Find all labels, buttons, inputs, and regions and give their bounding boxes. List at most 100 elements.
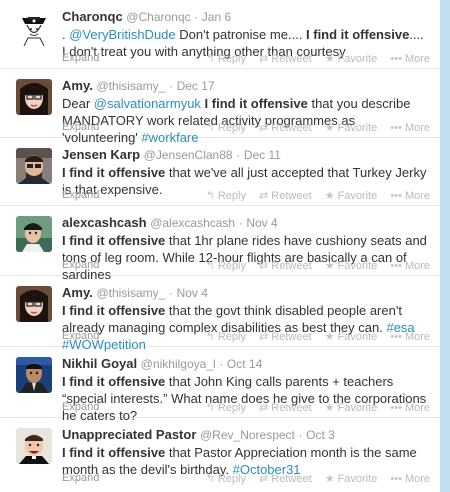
expand-link[interactable]: Expand [62, 330, 99, 342]
retweet-button[interactable]: ⇄ Retweet [259, 472, 312, 485]
more-button[interactable]: ••• More [390, 122, 430, 134]
avatar[interactable] [16, 79, 52, 115]
tweet-item[interactable]: Charonqc @Charonqc · Jan 6 . @VeryBritis… [0, 0, 440, 69]
tweet-separator: · [236, 148, 241, 162]
more-icon: ••• [390, 331, 402, 343]
tweet-separator: · [168, 79, 173, 93]
tweet-item[interactable]: Nikhil Goyal @nikhilgoya_l · Oct 14 I fi… [0, 347, 440, 423]
expand-link[interactable]: Expand [62, 259, 99, 271]
avatar[interactable] [16, 216, 52, 252]
tweet-item[interactable]: Jensen Karp @JensenClan88 · Dec 11 I fin… [0, 138, 440, 206]
tweet-timestamp[interactable]: Nov 4 [177, 286, 208, 300]
favorite-label: Favorite [337, 122, 378, 134]
tweet-author-name[interactable]: Nikhil Goyal [62, 356, 137, 371]
tweet-timestamp[interactable]: Oct 3 [306, 428, 335, 442]
avatar[interactable] [16, 428, 52, 464]
tweet-author-handle[interactable]: @Rev_Norespect [200, 428, 295, 442]
expand-link[interactable]: Expand [62, 121, 99, 133]
avatar[interactable] [16, 10, 52, 46]
reply-button[interactable]: ↰ Reply [206, 259, 246, 272]
avatar[interactable] [16, 148, 52, 184]
retweet-icon: ⇄ [259, 122, 269, 134]
retweet-button[interactable]: ⇄ Retweet [259, 330, 312, 343]
tweet-timestamp[interactable]: Dec 11 [244, 148, 281, 162]
favorite-button[interactable]: ★ Favorite [325, 121, 378, 134]
tweet-separator: · [194, 10, 199, 24]
favorite-button[interactable]: ★ Favorite [325, 52, 378, 65]
tweet-timestamp[interactable]: Jan 6 [202, 10, 231, 24]
star-icon: ★ [324, 331, 335, 343]
reply-button[interactable]: ↰ Reply [206, 52, 246, 65]
more-button[interactable]: ••• More [390, 473, 430, 485]
highlight-text: I find it offensive [62, 445, 166, 460]
tweet-author-name[interactable]: alexcashcash [62, 215, 147, 230]
tweet-author-name[interactable]: Unappreciated Pastor [62, 427, 196, 442]
tweet-timestamp[interactable]: Dec 17 [177, 79, 215, 93]
favorite-button[interactable]: ★ Favorite [325, 189, 378, 202]
mention-link[interactable]: @VeryBritishDude [69, 27, 175, 42]
tweet-item[interactable]: Amy. @thisisamy_ · Nov 4 I find it offen… [0, 276, 440, 352]
tweet-timestamp[interactable]: Oct 14 [227, 357, 262, 371]
tweet-author-name[interactable]: Amy. [62, 285, 93, 300]
retweet-button[interactable]: ⇄ Retweet [259, 52, 312, 65]
expand-link[interactable]: Expand [62, 401, 99, 413]
more-icon: ••• [390, 402, 402, 414]
tweet-author-handle[interactable]: @thisisamy_ [96, 79, 165, 93]
highlight-text: I find it offensive [62, 303, 166, 318]
tweet-item[interactable]: alexcashcash @alexcashcash · Nov 4 I fin… [0, 206, 440, 282]
reply-button[interactable]: ↰ Reply [206, 121, 246, 134]
retweet-icon: ⇄ [259, 53, 269, 65]
highlight-text: I find it offensive [62, 374, 166, 389]
more-icon: ••• [390, 473, 402, 485]
retweet-button[interactable]: ⇄ Retweet [259, 259, 312, 272]
favorite-button[interactable]: ★ Favorite [325, 472, 378, 485]
favorite-button[interactable]: ★ Favorite [325, 401, 378, 414]
reply-button[interactable]: ↰ Reply [206, 189, 246, 202]
retweet-icon: ⇄ [259, 260, 269, 272]
more-label: More [404, 53, 430, 65]
tweet-author-name[interactable]: Jensen Karp [62, 147, 140, 162]
tweet-item[interactable]: Unappreciated Pastor @Rev_Norespect · Oc… [0, 418, 440, 492]
expand-link[interactable]: Expand [62, 52, 99, 64]
more-button[interactable]: ••• More [390, 331, 430, 343]
more-icon: ••• [390, 260, 402, 272]
favorite-button[interactable]: ★ Favorite [325, 330, 378, 343]
reply-icon: ↰ [205, 260, 215, 272]
more-button[interactable]: ••• More [390, 402, 430, 414]
tweet-author-handle[interactable]: @JensenClan88 [144, 148, 233, 162]
highlight-text: I find it offensive [62, 233, 166, 248]
favorite-label: Favorite [337, 473, 378, 485]
reply-button[interactable]: ↰ Reply [206, 330, 246, 343]
tweet-author-name[interactable]: Charonqc [62, 9, 123, 24]
more-button[interactable]: ••• More [390, 53, 430, 65]
avatar[interactable] [16, 286, 52, 322]
tweet-author-handle[interactable]: @thisisamy_ [96, 286, 165, 300]
scrollbar[interactable] [440, 0, 450, 492]
more-button[interactable]: ••• More [390, 260, 430, 272]
retweet-label: Retweet [271, 190, 312, 202]
more-icon: ••• [390, 122, 402, 134]
tweet-author-name[interactable]: Amy. [62, 78, 93, 93]
retweet-button[interactable]: ⇄ Retweet [259, 401, 312, 414]
tweet-author-handle[interactable]: @Charonqc [126, 10, 190, 24]
retweet-button[interactable]: ⇄ Retweet [259, 189, 312, 202]
highlight-text: I find it offensive [306, 27, 410, 42]
tweet-author-handle[interactable]: @alexcashcash [150, 216, 235, 230]
tweet-timestamp[interactable]: Nov 4 [246, 216, 277, 230]
more-icon: ••• [390, 190, 402, 202]
favorite-label: Favorite [337, 402, 378, 414]
favorite-label: Favorite [337, 53, 378, 65]
tweet-item[interactable]: Amy. @thisisamy_ · Dec 17 Dear @salvatio… [0, 69, 440, 145]
more-icon: ••• [390, 53, 402, 65]
mention-link[interactable]: @salvationarmyuk [94, 96, 201, 111]
retweet-button[interactable]: ⇄ Retweet [259, 121, 312, 134]
tweet-author-handle[interactable]: @nikhilgoya_l [141, 357, 216, 371]
reply-button[interactable]: ↰ Reply [206, 472, 246, 485]
favorite-button[interactable]: ★ Favorite [325, 259, 378, 272]
expand-link[interactable]: Expand [62, 189, 99, 201]
expand-link[interactable]: Expand [62, 472, 99, 484]
tweet-timeline: Charonqc @Charonqc · Jan 6 . @VeryBritis… [0, 0, 441, 492]
more-button[interactable]: ••• More [390, 190, 430, 202]
reply-button[interactable]: ↰ Reply [206, 401, 246, 414]
avatar[interactable] [16, 357, 52, 393]
